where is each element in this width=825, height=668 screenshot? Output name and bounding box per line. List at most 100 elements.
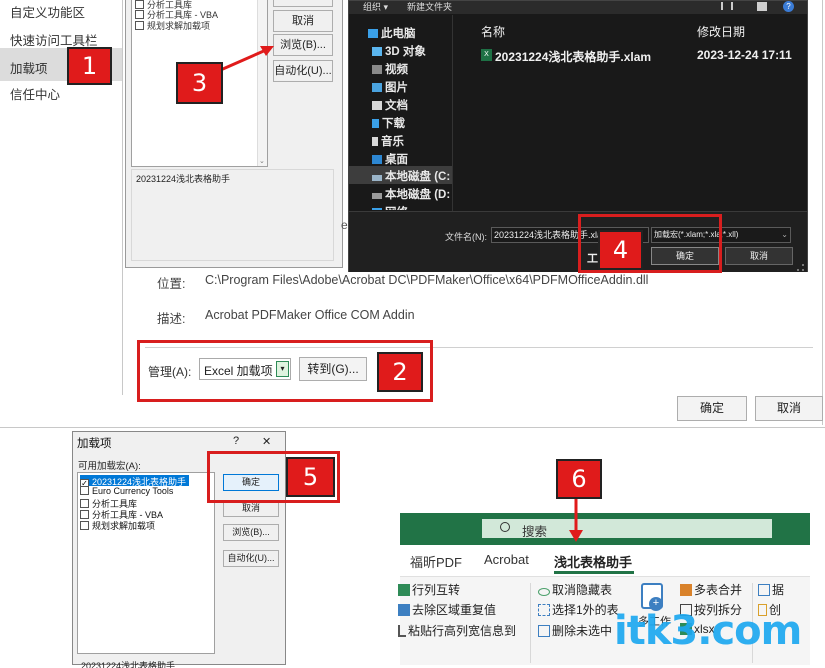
column-name[interactable]: 名称 — [481, 23, 505, 40]
tab-acrobat[interactable]: Acrobat — [484, 552, 529, 567]
addin-list-item[interactable]: 分析工具库 - VBA — [80, 508, 166, 520]
description-box-top: 20231224浅北表格助手 — [131, 169, 334, 261]
organize-menu[interactable]: 组织 ▾ — [363, 0, 388, 13]
watermark-logo: itk3.com — [614, 608, 802, 654]
tree-item-drive-c[interactable]: 本地磁盘 (C: — [372, 168, 450, 184]
search-box[interactable]: 搜索 — [482, 519, 772, 539]
section-divider — [0, 427, 825, 428]
video-icon — [372, 65, 382, 74]
tree-item-downloads[interactable]: 下载 — [372, 115, 405, 131]
ribbon-tabs: 福昕PDF Acrobat 浅北表格助手 — [400, 545, 810, 575]
drive-icon — [372, 193, 382, 199]
checkbox-icon[interactable] — [135, 21, 144, 30]
scrollbar[interactable]: ⌄ — [257, 0, 267, 166]
file-row[interactable]: X 20231224浅北表格助手.xlam 2023-12-24 17:11 — [479, 47, 799, 65]
resize-grip-icon[interactable] — [797, 264, 804, 271]
help-button[interactable]: ? — [233, 435, 239, 447]
search-icon — [500, 522, 510, 532]
addin-list-item[interactable]: ✓ 20231224浅北表格助手 — [80, 475, 190, 488]
addin-list-item[interactable]: 规划求解加载项 — [80, 519, 158, 531]
cube-icon — [372, 47, 382, 56]
excel-title-bar: 搜索 — [400, 513, 810, 545]
paste-icon — [398, 625, 406, 637]
tree-item-music[interactable]: 音乐 — [372, 133, 404, 149]
view-options-icon[interactable] — [721, 2, 733, 10]
tree-item-network[interactable]: 网络 — [372, 204, 408, 210]
active-tab-underline — [554, 571, 634, 574]
location-label: 位置: — [157, 277, 186, 291]
download-icon — [372, 119, 379, 128]
preview-pane-icon[interactable] — [757, 2, 767, 11]
tree-item-documents[interactable]: 文档 — [372, 97, 408, 113]
network-icon — [372, 208, 382, 210]
file-name: 20231224浅北表格助手.xlam — [495, 50, 652, 64]
tree-item-video[interactable]: 视频 — [372, 61, 408, 77]
row-col-swap-button[interactable]: 行列互转 — [398, 581, 460, 598]
addin-label: 规划求解加载项 — [92, 521, 156, 531]
multi-workbook-icon[interactable]: + — [641, 583, 663, 611]
addin-description: 20231224浅北表格助手 — [136, 174, 231, 184]
merge-sheets-button[interactable]: 多表合并 — [680, 581, 742, 598]
file-dialog-toolbar: 组织 ▾ 新建文件夹 ? — [349, 1, 807, 14]
music-icon — [372, 137, 378, 146]
browse-button-top[interactable]: 浏览(B)... — [273, 34, 333, 56]
list-item[interactable]: 规划求解加载项 — [135, 19, 210, 32]
arrow-annotation — [569, 498, 583, 542]
filename-label: 文件名(N): — [445, 232, 487, 242]
tree-item-this-pc[interactable]: 此电脑 — [368, 25, 416, 41]
tree-item-pictures[interactable]: 图片 — [372, 79, 408, 95]
tab-qianbei-helper[interactable]: 浅北表格助手 — [554, 552, 632, 571]
checkbox-icon[interactable] — [80, 486, 89, 495]
checkbox-icon[interactable] — [135, 10, 144, 19]
automation-button-top[interactable]: 自动化(U)... — [273, 60, 333, 82]
grid-icon — [398, 584, 410, 596]
paste-row-height-button[interactable]: 粘贴行高列宽信息到 — [398, 622, 516, 639]
column-date[interactable]: 修改日期 — [697, 23, 745, 40]
ribbon-cmd-partial[interactable]: 据 — [758, 581, 784, 598]
nav-item-customize-ribbon[interactable]: 自定义功能区 — [10, 2, 85, 21]
tree-item-3d[interactable]: 3D 对象 — [372, 43, 426, 59]
close-icon[interactable]: ✕ — [262, 435, 271, 448]
step-badge-3: 3 — [176, 62, 223, 104]
tree-item-desktop[interactable]: 桌面 — [372, 151, 408, 167]
partial-text: e — [341, 218, 348, 232]
addin-list-item[interactable]: Euro Currency Tools — [80, 486, 176, 497]
cancel-button-top[interactable]: 取消 — [273, 10, 333, 32]
remove-duplicates-button[interactable]: 去除区域重复值 — [398, 601, 496, 618]
automation-button-bottom[interactable]: 自动化(U)... — [223, 550, 279, 567]
browse-button-bottom[interactable]: 浏览(B)... — [223, 524, 279, 541]
scroll-down-icon[interactable]: ⌄ — [259, 157, 265, 165]
help-icon[interactable]: ? — [783, 1, 794, 12]
cancel-button-file[interactable]: 取消 — [725, 247, 793, 265]
unhide-sheets-button[interactable]: 取消隐藏表 — [538, 581, 612, 598]
checkbox-icon[interactable] — [80, 499, 89, 508]
options-ok-button[interactable]: 确定 — [677, 396, 747, 421]
eye-icon — [538, 588, 550, 596]
ok-button-top[interactable] — [273, 0, 333, 7]
options-cancel-button[interactable]: 取消 — [755, 396, 823, 421]
file-date: 2023-12-24 17:11 — [697, 48, 792, 62]
data-icon — [758, 584, 770, 596]
description-value: Acrobat PDFMaker Office COM Addin — [205, 308, 415, 322]
merge-icon — [680, 584, 692, 596]
drive-icon — [372, 175, 382, 181]
tree-item-drive-d[interactable]: 本地磁盘 (D: — [372, 186, 450, 202]
document-icon — [372, 101, 382, 110]
description-box-bottom: 20231224浅北表格助手 — [77, 658, 281, 668]
addin-list-item[interactable]: 分析工具库 — [80, 497, 140, 509]
nav-item-trust-center[interactable]: 信任中心 — [10, 84, 60, 103]
new-folder-button[interactable]: 新建文件夹 — [407, 0, 452, 13]
options-window-right-border — [822, 0, 823, 425]
checkbox-icon[interactable] — [80, 510, 89, 519]
delete-unselected-button[interactable]: 删除未选中 — [538, 622, 612, 639]
addin-description: 20231224浅北表格助手 — [81, 661, 176, 668]
file-list: 名称 修改日期 X 20231224浅北表格助手.xlam 2023-12-24… — [469, 15, 807, 211]
search-placeholder: 搜索 — [522, 525, 548, 539]
step-badge-5: 5 — [286, 457, 335, 497]
checkbox-icon[interactable] — [80, 521, 89, 530]
chevron-down-icon: ⌄ — [781, 230, 788, 239]
select-other-sheets-button[interactable]: 选择1外的表 — [538, 601, 619, 618]
tab-foxit-pdf[interactable]: 福昕PDF — [410, 552, 462, 571]
nav-item-addins[interactable]: 加载项 — [10, 58, 48, 77]
ribbon-separator — [530, 583, 531, 663]
